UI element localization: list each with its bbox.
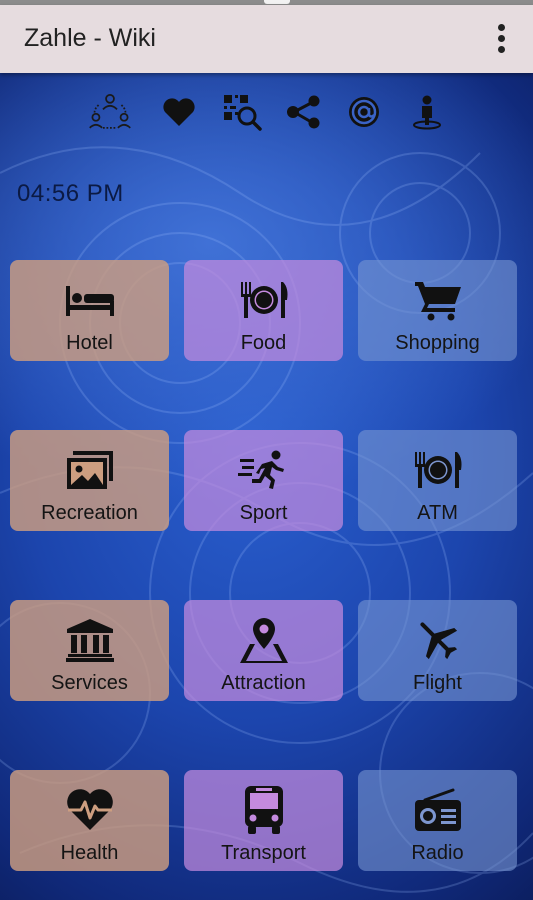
tile-label: Flight — [413, 672, 462, 694]
radio-icon — [413, 784, 463, 836]
tile-label: Sport — [239, 502, 288, 524]
photos-icon — [65, 444, 115, 496]
tile-atm[interactable]: ATM — [358, 430, 517, 531]
app-title: Zahle - Wiki — [24, 24, 156, 52]
qr-scan-icon[interactable] — [220, 90, 264, 134]
tile-label: Services — [51, 672, 128, 694]
tile-health[interactable]: Health — [10, 770, 169, 871]
tile-label: Food — [240, 332, 287, 354]
tile-label: Radio — [411, 842, 464, 864]
bus-icon — [242, 784, 286, 836]
cart-icon — [413, 274, 463, 326]
at-sign-icon[interactable] — [342, 90, 386, 134]
bank-icon — [65, 614, 115, 666]
tile-label: Transport — [221, 842, 306, 864]
dining-icon — [238, 274, 290, 326]
quick-actions-bar — [0, 90, 533, 140]
tile-label: Health — [60, 842, 119, 864]
tile-food[interactable]: Food — [184, 260, 343, 361]
tile-flight[interactable]: Flight — [358, 600, 517, 701]
tile-label: Hotel — [66, 332, 113, 354]
tile-label: ATM — [417, 502, 458, 524]
current-time: 04:56 PM — [17, 180, 124, 207]
tile-transport[interactable]: Transport — [184, 770, 343, 871]
tile-label: Attraction — [221, 672, 306, 694]
airplane-icon — [413, 614, 463, 666]
status-notch — [264, 0, 290, 4]
person-pin-icon[interactable] — [405, 90, 449, 134]
heartbeat-icon — [65, 784, 115, 836]
bed-icon — [64, 274, 116, 326]
share-people-icon[interactable] — [88, 90, 132, 134]
running-icon — [237, 444, 290, 496]
tile-recreation[interactable]: Recreation — [10, 430, 169, 531]
dining-icon — [412, 444, 464, 496]
tile-label: Recreation — [41, 502, 138, 524]
map-pin-icon — [239, 614, 288, 666]
heart-icon[interactable] — [157, 90, 201, 134]
tile-label: Shopping — [395, 332, 480, 354]
tile-services[interactable]: Services — [10, 600, 169, 701]
overflow-menu-icon[interactable] — [493, 21, 509, 57]
tile-hotel[interactable]: Hotel — [10, 260, 169, 361]
app-bar: Zahle - Wiki — [0, 5, 533, 73]
tile-radio[interactable]: Radio — [358, 770, 517, 871]
tile-shopping[interactable]: Shopping — [358, 260, 517, 361]
tile-attraction[interactable]: Attraction — [184, 600, 343, 701]
share-icon[interactable] — [282, 90, 326, 134]
tile-sport[interactable]: Sport — [184, 430, 343, 531]
